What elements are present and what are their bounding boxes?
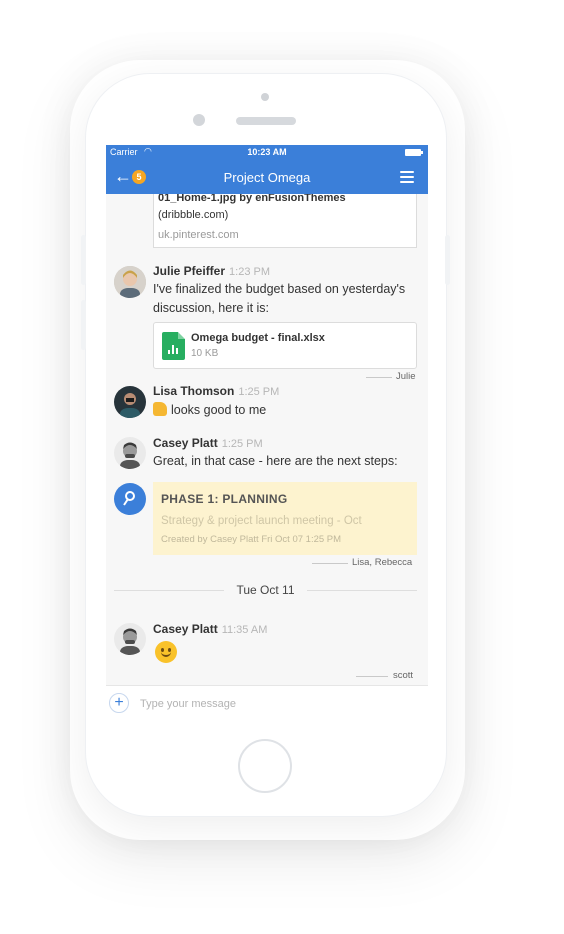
- message-text: I've finalized the budget based on yeste…: [153, 282, 406, 315]
- avatar[interactable]: [114, 437, 146, 469]
- message-time: 11:35 AM: [221, 624, 268, 636]
- home-button[interactable]: [238, 739, 292, 793]
- message-time: 1:23 PM: [229, 266, 270, 278]
- task-meta: Created by Casey Platt Fri Oct 07 1:25 P…: [161, 534, 342, 545]
- read-receipt-line: [356, 676, 388, 677]
- smiley-emoji-icon: [155, 641, 177, 663]
- avatar[interactable]: [114, 386, 146, 418]
- read-receipt: scott: [393, 670, 414, 681]
- clock: 10:23 AM: [247, 147, 287, 157]
- task-description: Strategy & project launch meeting - Oct: [161, 515, 362, 527]
- task-icon: [114, 483, 146, 515]
- front-camera: [193, 114, 205, 126]
- message-time: 1:25 PM: [221, 438, 263, 450]
- read-receipt-line: [366, 377, 392, 378]
- sender-name: Casey Platt 11:35 AM: [153, 622, 268, 636]
- message-composer: +: [106, 685, 428, 720]
- hamburger-menu-icon[interactable]: [400, 171, 414, 183]
- link-preview-title: 01_Home-1.jpg by enFusionThemes: [158, 194, 346, 204]
- avatar[interactable]: [114, 623, 146, 655]
- task-title: PHASE 1: PLANNING: [161, 492, 288, 506]
- avatar[interactable]: [114, 266, 146, 298]
- earpiece-speaker: [236, 117, 296, 125]
- message-input[interactable]: [138, 694, 392, 714]
- spreadsheet-icon: [162, 332, 185, 360]
- file-name: Omega budget - final.xlsx: [191, 332, 325, 344]
- thumbs-up-icon: [153, 402, 167, 416]
- link-preview-card[interactable]: 01_Home-1.jpg by enFusionThemes (dribbbl…: [153, 194, 417, 248]
- status-bar: Carrier ◠ 10:23 AM: [106, 145, 428, 161]
- message-time: 1:25 PM: [238, 386, 280, 398]
- side-button-left-2: [81, 300, 86, 350]
- sender-name: Lisa Thomson 1:25 PM: [153, 384, 280, 398]
- sender-name: Julie Pfeiffer 1:23 PM: [153, 264, 270, 278]
- task-card[interactable]: PHASE 1: PLANNING Strategy & project lau…: [153, 482, 417, 555]
- add-attachment-button[interactable]: +: [109, 693, 129, 713]
- link-preview-subtitle: (dribbble.com): [158, 209, 229, 221]
- sender-name: Casey Platt 1:25 PM: [153, 436, 263, 450]
- proximity-sensor: [261, 93, 269, 101]
- file-size: 10 KB: [191, 348, 219, 359]
- nav-bar: ← 5 Project Omega: [106, 161, 428, 194]
- battery-icon: [405, 149, 423, 156]
- app-screen: Carrier ◠ 10:23 AM ← 5 Project Omega 01_…: [106, 145, 428, 720]
- side-button-right: [445, 235, 450, 285]
- read-receipt-line: [312, 563, 348, 564]
- message-list[interactable]: 01_Home-1.jpg by enFusionThemes (dribbbl…: [106, 194, 428, 687]
- file-attachment[interactable]: Omega budget - final.xlsx 10 KB: [153, 322, 417, 369]
- date-separator: Tue Oct 11: [114, 583, 417, 597]
- message-text: looks good to me: [153, 401, 266, 420]
- page-title: Project Omega: [223, 170, 311, 185]
- side-button-left-1: [81, 235, 86, 285]
- read-receipt: Julie: [396, 371, 416, 382]
- link-preview-domain: uk.pinterest.com: [158, 229, 239, 241]
- message-text: Great, in that case - here are the next …: [153, 454, 398, 468]
- read-receipt: Lisa, Rebecca: [352, 557, 413, 568]
